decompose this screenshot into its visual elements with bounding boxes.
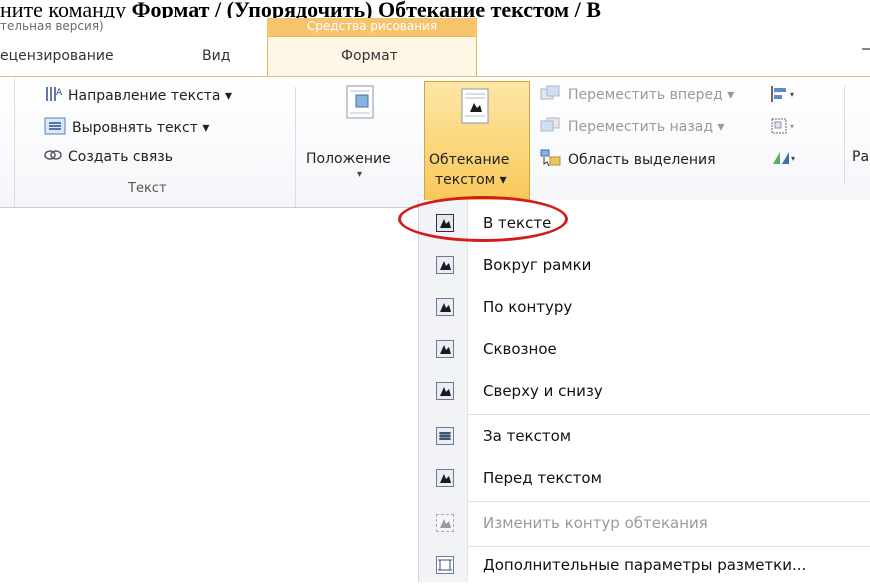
tab-format[interactable]: Формат <box>341 48 398 64</box>
menu-item-top-bottom[interactable]: Сверху и снизу <box>419 372 870 410</box>
menu-item-behind-text[interactable]: За текстом <box>419 417 870 455</box>
square-wrap-icon <box>436 256 454 274</box>
rotate-icon[interactable]: ▾ <box>770 149 800 171</box>
menu-item-square[interactable]: Вокруг рамки <box>419 246 870 284</box>
menu-separator <box>467 501 870 502</box>
menu-item-label: Перед текстом <box>483 469 602 487</box>
bring-forward-button[interactable]: Переместить вперед ▾ <box>540 85 734 105</box>
svg-text:A: A <box>56 88 62 98</box>
menu-separator <box>467 414 870 415</box>
align-icon[interactable]: ▾ <box>770 85 800 107</box>
wrap-text-button[interactable]: Обтекание текстом ▾ <box>424 81 530 201</box>
menu-item-label: Сквозное <box>483 340 557 358</box>
text-direction-label: Направление текста ▾ <box>68 88 232 104</box>
selection-pane-button[interactable]: Область выделения <box>540 149 716 171</box>
wrap-text-menu: В тексте Вокруг рамки По контуру Сквозно… <box>418 200 870 582</box>
align-text-label: Выровнять текст ▾ <box>72 120 210 136</box>
send-backward-label: Переместить назад ▾ <box>568 119 725 135</box>
link-icon <box>44 149 62 165</box>
align-text-button[interactable]: Выровнять текст ▾ <box>44 117 209 139</box>
group-divider <box>295 87 296 207</box>
svg-text:▾: ▾ <box>791 154 795 163</box>
layout-options-icon <box>436 556 454 574</box>
ribbon-body: A Направление текста ▾ Выровнять текст ▾… <box>0 76 870 208</box>
contextual-tab-header: Средства рисования <box>267 18 477 37</box>
top-bottom-wrap-icon <box>436 382 454 400</box>
menu-item-label: Изменить контур обтекания <box>483 514 708 532</box>
in-front-of-text-icon <box>436 469 454 487</box>
menu-item-tight[interactable]: По контуру <box>419 288 870 326</box>
bring-forward-label: Переместить вперед ▾ <box>568 87 735 103</box>
menu-item-label: Дополнительные параметры разметки... <box>483 556 807 574</box>
menu-item-label: Сверху и снизу <box>483 382 603 400</box>
wrap-text-label-line2: текстом ▾ <box>435 172 507 188</box>
tab-view[interactable]: Вид <box>202 48 230 64</box>
tab-review[interactable]: ецензирование <box>0 48 114 64</box>
menu-item-label: По контуру <box>483 298 573 316</box>
size-group-cut-label: Ра <box>852 149 870 165</box>
window-title-fragment: тельная версия) <box>0 19 104 33</box>
menu-item-more-layout-options[interactable]: Дополнительные параметры разметки... <box>419 546 870 584</box>
create-link-label: Создать связь <box>68 149 173 165</box>
text-direction-button[interactable]: A Направление текста ▾ <box>44 85 232 107</box>
position-arrow: ▾ <box>357 169 363 180</box>
send-backward-button[interactable]: Переместить назад ▾ <box>540 117 725 137</box>
document-instruction-line: ните команду Формат / (Упорядочить) Обте… <box>0 0 870 18</box>
selection-pane-label: Область выделения <box>568 152 716 168</box>
ribbon-collapse-icon[interactable] <box>862 48 870 50</box>
ribbon: тельная версия) Средства рисования еценз… <box>0 18 870 208</box>
create-link-button[interactable]: Создать связь <box>44 149 173 165</box>
menu-item-label: За текстом <box>483 427 572 445</box>
menu-item-through[interactable]: Сквозное <box>419 330 870 368</box>
left-group-edge <box>0 77 15 207</box>
svg-text:▾: ▾ <box>790 90 794 99</box>
position-icon <box>346 85 374 123</box>
through-wrap-icon <box>436 340 454 358</box>
behind-text-icon <box>436 427 454 445</box>
annotation-red-oval <box>398 196 568 242</box>
group-divider-right <box>844 85 845 185</box>
position-label: Положение <box>306 151 391 167</box>
menu-item-edit-wrap-points: Изменить контур обтекания <box>419 504 870 542</box>
group-icon[interactable]: ▾ <box>770 117 800 139</box>
text-group-label: Текст <box>128 181 167 196</box>
instruction-bold: Формат / (Упорядочить) Обтекание текстом… <box>131 0 601 18</box>
edit-wrap-points-icon <box>436 514 454 532</box>
tight-wrap-icon <box>436 298 454 316</box>
align-text-icon <box>44 117 66 139</box>
send-backward-icon <box>540 117 562 137</box>
text-direction-icon: A <box>44 85 63 107</box>
menu-item-label: Вокруг рамки <box>483 256 592 274</box>
instruction-prefix: ните команду <box>0 0 132 18</box>
bring-forward-icon <box>540 85 562 105</box>
menu-item-in-front-of-text[interactable]: Перед текстом <box>419 459 870 497</box>
wrap-text-label-line1: Обтекание <box>429 152 510 168</box>
wrap-text-icon <box>461 88 489 128</box>
selection-pane-icon <box>540 149 562 171</box>
svg-text:▾: ▾ <box>790 122 794 131</box>
position-button[interactable]: Положение ▾ <box>300 81 426 193</box>
